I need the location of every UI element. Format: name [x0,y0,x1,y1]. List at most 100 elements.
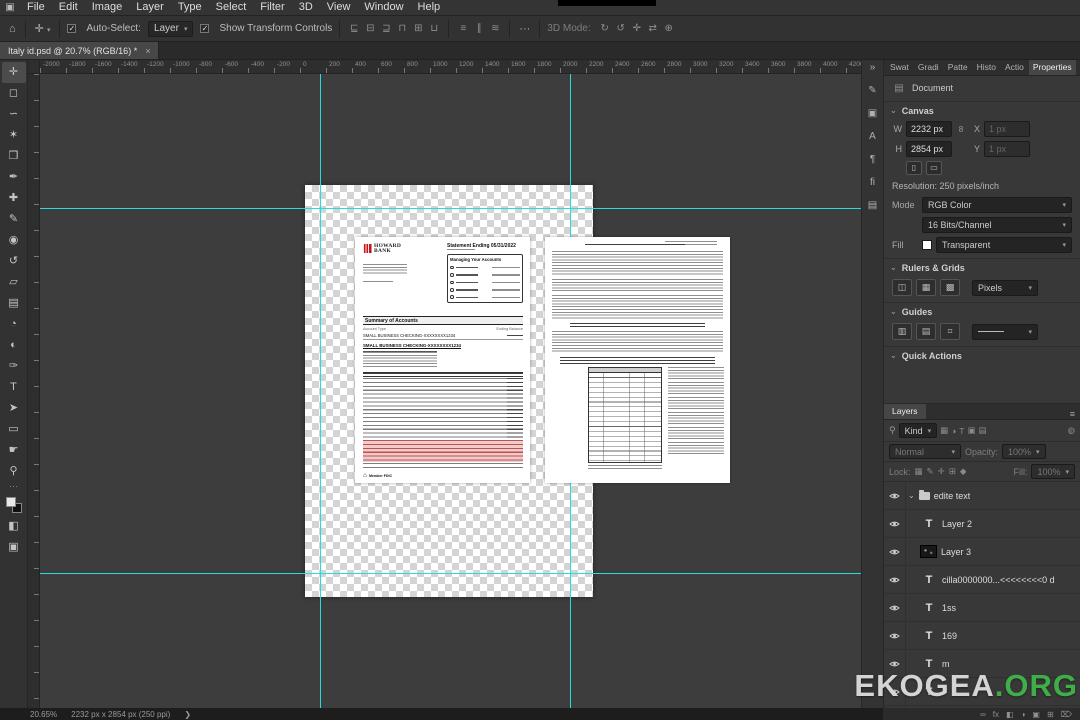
width-field[interactable]: 2232 px [906,121,952,137]
clone-source-icon[interactable]: ▣ [868,108,877,119]
menu-window[interactable]: Window [357,0,410,15]
layer-effects-icon[interactable]: fx [993,710,999,719]
new-layer-icon[interactable]: ⊞ [1047,710,1054,719]
rectangular-marquee-tool[interactable]: ◻ [2,83,26,104]
distribute-spacing-icon[interactable]: ≋ [488,23,502,34]
rectangle-tool[interactable]: ▭ [2,419,26,440]
height-field[interactable]: 2854 px [906,141,952,157]
3d-drag-icon[interactable]: ✛ [630,23,644,34]
align-middle-icon[interactable]: ⊞ [411,23,425,34]
panel-tab-actio[interactable]: Actio [1001,60,1028,75]
filter-smart-icon[interactable]: ▤ [979,425,987,436]
portrait-orientation-icon[interactable]: ▯ [906,161,922,175]
lock-position-icon[interactable]: ✛ [938,466,945,477]
new-group-icon[interactable]: ▣ [1032,710,1040,719]
zoom-level[interactable]: 20.65% [30,710,57,719]
lock-guides-icon[interactable]: ▤ [916,323,936,340]
menu-file[interactable]: File [20,0,52,15]
horizontal-guide[interactable] [40,208,861,209]
3d-rotate-icon[interactable]: ↻ [598,23,612,34]
layer-visibility-eye-icon[interactable] [884,482,906,509]
delete-layer-icon[interactable]: ⌦ [1061,710,1072,719]
horizontal-guide[interactable] [40,573,861,574]
panel-tab-gradi[interactable]: Gradi [914,60,943,75]
layer-row[interactable]: Layer 3 [884,538,1080,566]
3d-roll-icon[interactable]: ↺ [614,23,628,34]
panel-tab-patte[interactable]: Patte [944,60,972,75]
lasso-tool[interactable]: ∽ [2,104,26,125]
gradient-tool[interactable]: ▤ [2,293,26,314]
3d-scale-icon[interactable]: ⊕ [662,23,676,34]
align-right-icon[interactable]: ⊒ [379,23,393,34]
menu-edit[interactable]: Edit [52,0,85,15]
statement-page-1[interactable]: HOWARD BANK Statement Ending 05/31/2022 … [355,237,530,483]
layer-visibility-eye-icon[interactable] [884,566,906,593]
panel-menu-icon[interactable]: ≡ [1065,409,1080,419]
glyphs-icon[interactable]: ﬁ [870,177,875,188]
layer-row[interactable]: T Layer 2 [884,510,1080,538]
snap-grid-icon[interactable]: ▩ [940,279,960,296]
vertical-ruler[interactable] [28,74,40,708]
filter-toggle-icon[interactable]: ◍ [1068,425,1075,436]
collapse-panels-icon[interactable]: » [870,62,876,73]
canvas-section-header[interactable]: ⌄ Canvas [884,101,1080,119]
layer-visibility-eye-icon[interactable] [884,538,906,565]
layer-row[interactable]: T 1ss [884,594,1080,622]
brush-tool[interactable]: ✎ [2,209,26,230]
move-tool[interactable]: ✛ [1,62,26,83]
fill-swatch[interactable] [922,240,932,250]
link-layers-icon[interactable]: ∞ [980,710,986,719]
distribute-vertical-icon[interactable]: ≡ [456,23,470,34]
layer-visibility-eye-icon[interactable] [884,622,906,649]
quick-actions-section-header[interactable]: ⌄ Quick Actions [884,346,1080,364]
align-top-icon[interactable]: ⊓ [395,23,409,34]
rulers-grids-section-header[interactable]: ⌄ Rulers & Grids [884,258,1080,276]
guide-layout-icon[interactable]: ⌗ [940,323,960,340]
auto-select-target-dropdown[interactable]: Layer ▾ [147,20,194,37]
app-icon[interactable]: ▣ [0,2,20,13]
eraser-tool[interactable]: ▱ [2,272,26,293]
menu-type[interactable]: Type [171,0,209,15]
toggle-grid-icon[interactable]: ▦ [916,279,936,296]
guides-section-header[interactable]: ⌄ Guides [884,302,1080,320]
layer-row[interactable]: T01.01.1990 [884,706,1080,708]
statement-page-2[interactable] [545,237,730,483]
filter-shape-icon[interactable]: ▣ [968,425,976,436]
brush-settings-icon[interactable]: ✎ [868,85,876,96]
filter-adjustment-icon[interactable]: ◑ [951,426,956,436]
foreground-color-swatch[interactable] [5,497,16,507]
align-bottom-icon[interactable]: ⊔ [427,23,441,34]
3d-slide-icon[interactable]: ⇄ [646,23,660,34]
type-tool[interactable]: T [2,377,26,398]
canvas-workspace[interactable]: HOWARD BANK Statement Ending 05/31/2022 … [40,74,861,708]
adjustment-layer-icon[interactable]: ◑ [1021,710,1026,719]
guide-style-dropdown[interactable]: ▾ [972,323,1038,340]
align-center-horizontal-icon[interactable]: ⊟ [363,23,377,34]
show-transform-checkbox[interactable]: ✓ [200,24,210,33]
lock-all-icon[interactable]: ◆ [960,466,967,477]
lock-transparency-icon[interactable]: ▦ [915,466,923,477]
panel-tab-properties[interactable]: Properties [1028,60,1076,75]
more-options-icon[interactable]: ··· [517,23,532,35]
menu-layer[interactable]: Layer [129,0,171,15]
filter-type-icon[interactable]: T [959,426,964,436]
landscape-orientation-icon[interactable]: ▭ [926,161,942,175]
quick-mask-icon[interactable]: ◧ [2,516,26,537]
menu-filter[interactable]: Filter [253,0,291,15]
libraries-icon[interactable]: ▤ [868,200,877,211]
move-tool-preset-icon[interactable]: ✛ ▾ [33,22,53,35]
lock-image-icon[interactable]: ✎ [927,466,934,477]
layer-visibility-eye-icon[interactable] [884,510,906,537]
crop-tool[interactable]: ❒ [2,146,26,167]
opacity-dropdown[interactable]: 100% ▾ [1002,444,1046,459]
history-brush-tool[interactable]: ↺ [2,251,26,272]
menu-3d[interactable]: 3D [292,0,320,15]
auto-select-checkbox[interactable]: ✓ [67,24,77,33]
layers-tab[interactable]: Layers [884,404,926,419]
screen-mode-icon[interactable]: ▣ [2,537,26,558]
layer-row[interactable]: Tcilla0000000...<<<<<<<<0 d [884,566,1080,594]
eyedropper-tool[interactable]: ✒ [2,167,26,188]
panel-tab-histo[interactable]: Histo [973,60,1000,75]
layer-visibility-eye-icon[interactable] [884,706,906,708]
path-selection-tool[interactable]: ➤ [2,398,26,419]
